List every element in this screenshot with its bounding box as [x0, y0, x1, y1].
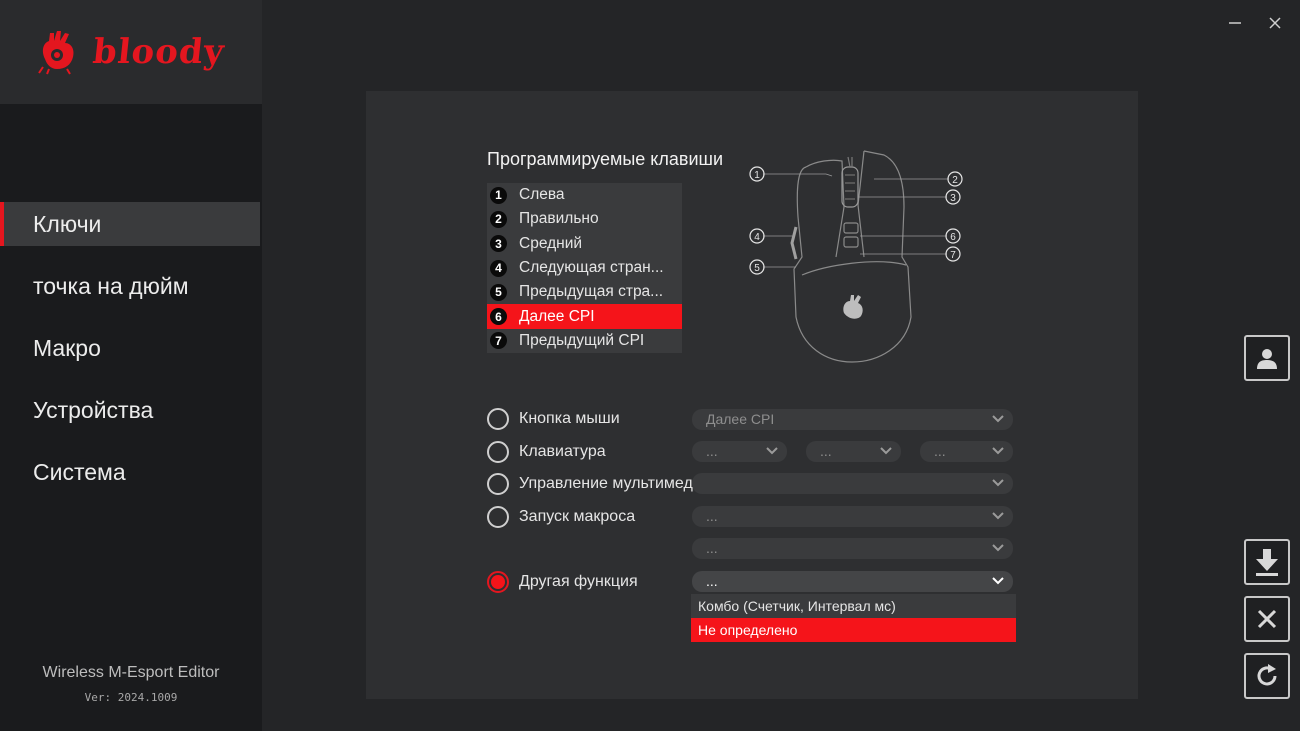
key-number: 2 — [490, 210, 507, 228]
sidebar-item-dpi[interactable]: точка на дюйм — [0, 264, 262, 308]
keyboard-select-1[interactable]: ... — [692, 441, 787, 462]
minimize-icon — [1229, 22, 1241, 24]
callout-6: 6 — [950, 232, 956, 243]
close-window-button[interactable] — [1263, 12, 1287, 36]
multimedia-select[interactable] — [692, 473, 1013, 494]
panel-title: Программируемые клавиши — [487, 149, 723, 169]
sidebar: bloody Ключи точка на дюйм Макро Устройс… — [0, 0, 262, 731]
key-number: 4 — [490, 259, 507, 277]
chevron-down-icon — [992, 577, 1004, 585]
key-label: Правильно — [519, 210, 599, 228]
minimize-button[interactable] — [1223, 12, 1247, 36]
select-value: ... — [820, 443, 832, 459]
key-number: 3 — [490, 235, 507, 253]
chevron-down-icon — [992, 479, 1004, 487]
chevron-down-icon — [992, 415, 1004, 423]
chevron-down-icon — [766, 447, 778, 455]
reset-button[interactable] — [1244, 653, 1290, 699]
dropdown-option-undefined[interactable]: Не определено — [691, 618, 1016, 642]
bloody-hand-icon — [38, 31, 74, 75]
mouse-diagram: 1 2 3 4 5 6 7 — [749, 150, 963, 363]
other-function-dropdown: Комбо (Счетчик, Интервал мс) Не определе… — [691, 594, 1016, 642]
select-value: Далее CPI — [706, 411, 775, 427]
key-number: 7 — [490, 332, 507, 350]
callout-5: 5 — [754, 263, 760, 274]
sidebar-item-macro[interactable]: Макро — [0, 326, 262, 370]
select-value: ... — [706, 443, 718, 459]
app-version: Ver: 2024.1009 — [84, 691, 178, 704]
select-value: ... — [934, 443, 946, 459]
close-icon — [1269, 17, 1281, 29]
key-item-1[interactable]: 1 Слева — [487, 183, 682, 207]
select-value: ... — [706, 573, 718, 589]
macro-mode-select[interactable]: ... — [692, 538, 1013, 559]
other-function-select[interactable]: ... — [692, 571, 1013, 592]
radio-multimedia[interactable]: Управление мультимедиа — [487, 473, 711, 495]
app-name: Wireless M-Esport Editor — [42, 664, 220, 681]
user-icon — [1257, 349, 1277, 369]
sidebar-item-keys[interactable]: Ключи — [0, 202, 260, 246]
key-label: Предыдущая стра... — [519, 283, 664, 301]
cancel-button[interactable] — [1244, 596, 1290, 642]
app-window: bloody Ключи точка на дюйм Макро Устройс… — [0, 0, 1300, 731]
download-arrow-icon — [1256, 549, 1278, 576]
sidebar-nav: Ключи точка на дюйм Макро Устройства Сис… — [0, 202, 262, 512]
sidebar-item-system[interactable]: Система — [0, 450, 262, 494]
radio-circle — [487, 473, 509, 495]
key-settings-panel: Программируемые клавиши 1 Слева 2 Правильн… — [366, 91, 1138, 699]
chevron-down-icon — [992, 544, 1004, 552]
logo-text: bloody — [91, 32, 227, 72]
callout-3: 3 — [950, 193, 956, 204]
mouse-button-select[interactable]: Далее CPI — [692, 409, 1013, 430]
chevron-down-icon — [880, 447, 892, 455]
radio-keyboard[interactable]: Клавиатура — [487, 441, 606, 463]
radio-circle-checked — [487, 571, 509, 593]
radio-other-function[interactable]: Другая функция — [487, 571, 638, 593]
dropdown-option-combo[interactable]: Комбо (Счетчик, Интервал мс) — [691, 594, 1016, 618]
radio-label: Другая функция — [519, 573, 638, 590]
logo: bloody — [0, 0, 262, 104]
key-number: 5 — [490, 283, 507, 301]
radio-mouse-button[interactable]: Кнопка мыши — [487, 408, 620, 430]
profile-button[interactable] — [1244, 335, 1290, 381]
close-icon — [1257, 609, 1277, 629]
key-label: Предыдущий CPI — [519, 331, 645, 349]
keyboard-select-3[interactable]: ... — [920, 441, 1013, 462]
key-item-5[interactable]: 5 Предыдущая стра... — [487, 280, 682, 304]
radio-macro[interactable]: Запуск макроса — [487, 506, 635, 528]
key-label: Далее CPI — [519, 307, 595, 325]
radio-circle — [487, 441, 509, 463]
sidebar-item-devices[interactable]: Устройства — [0, 388, 262, 432]
key-item-4[interactable]: 4 Следующая стран... — [487, 256, 682, 280]
key-label: Следующая стран... — [519, 259, 664, 277]
key-label: Слева — [519, 186, 565, 204]
key-label: Средний — [519, 234, 583, 252]
radio-circle — [487, 408, 509, 430]
key-number: 1 — [490, 186, 507, 204]
chevron-down-icon — [992, 512, 1004, 520]
callout-7: 7 — [950, 250, 956, 261]
apply-button[interactable] — [1244, 539, 1290, 585]
callout-1: 1 — [754, 170, 760, 181]
radio-label: Кнопка мыши — [519, 410, 620, 427]
key-item-2[interactable]: 2 Правильно — [487, 207, 682, 231]
mouse-logo-icon — [843, 295, 863, 319]
key-number: 6 — [490, 308, 507, 326]
select-value: ... — [706, 508, 718, 524]
key-item-6[interactable]: 6 Далее CPI — [487, 304, 682, 329]
refresh-icon — [1257, 664, 1277, 686]
macro-select[interactable]: ... — [692, 506, 1013, 527]
radio-label: Управление мультимедиа — [519, 475, 711, 492]
key-item-3[interactable]: 3 Средний — [487, 232, 682, 256]
radio-circle — [487, 506, 509, 528]
programmable-key-list: 1 Слева 2 Правильно 3 Средний 4 Следующая ст… — [487, 183, 682, 353]
chevron-down-icon — [992, 447, 1004, 455]
callout-2: 2 — [952, 175, 958, 186]
radio-label: Клавиатура — [519, 443, 606, 460]
radio-label: Запуск макроса — [519, 508, 636, 525]
callout-4: 4 — [754, 232, 760, 243]
select-value: ... — [706, 540, 718, 556]
key-item-7[interactable]: 7 Предыдущий CPI — [487, 329, 682, 353]
keyboard-select-2[interactable]: ... — [806, 441, 901, 462]
